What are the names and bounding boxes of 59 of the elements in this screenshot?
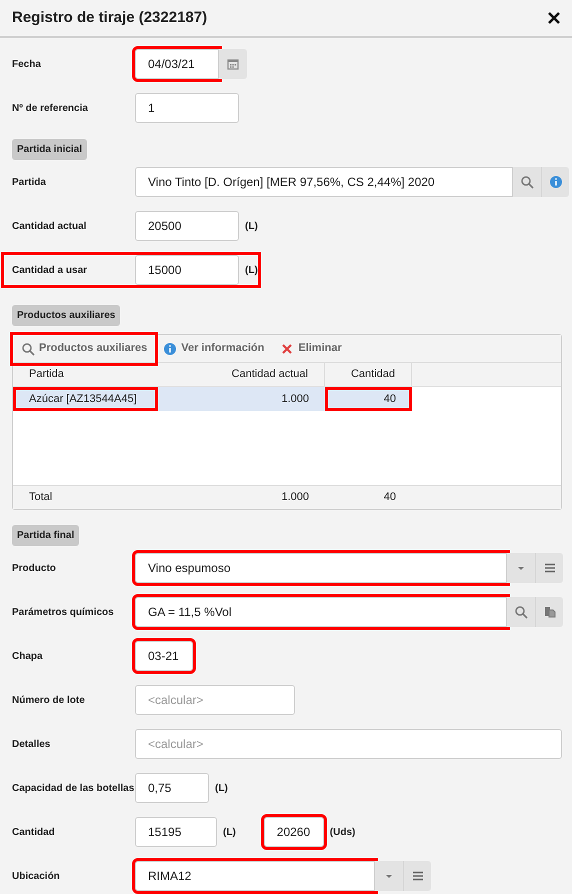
field-label: Producto (12, 562, 57, 576)
input-field[interactable]: 03-21 (135, 641, 193, 671)
field-label: Partida (12, 176, 47, 190)
input-field[interactable]: <calcular> (135, 729, 562, 759)
input-field[interactable]: 1 (135, 93, 239, 123)
window-title: Registro de tiraje (2322187) (12, 8, 208, 28)
table-cell: 1.000 (158, 387, 325, 411)
section-label: Partida final (12, 525, 80, 546)
section-label: Productos auxiliares (12, 305, 120, 326)
total-cell-text: 1.000 (280, 490, 310, 506)
input-field[interactable]: Vino espumoso (135, 553, 507, 583)
menu-icon[interactable] (542, 561, 556, 575)
field-label: Ubicación (12, 870, 61, 884)
copy-icon[interactable] (542, 605, 556, 619)
field-label: Fecha (12, 58, 42, 72)
search-icon (21, 342, 35, 356)
toolbar-button[interactable]: Eliminar (272, 334, 350, 362)
unit-label: (Uds) (330, 826, 356, 840)
input-field[interactable]: Vino Tinto [D. Orígen] [MER 97,56%, CS 2,44%] 2020 (135, 167, 513, 197)
close-icon[interactable] (548, 12, 560, 24)
input-field[interactable]: 20500 (135, 211, 239, 241)
input-field[interactable]: 0,75 (135, 773, 209, 803)
table-cell: 40 (325, 387, 412, 411)
field-label: Cantidad a usar (12, 264, 88, 278)
input-field[interactable]: 20260 (264, 817, 324, 847)
input-field[interactable]: 04/03/21 (135, 49, 219, 79)
input-field[interactable]: GA = 11,5 %Vol (135, 597, 507, 627)
section-label: Partida inicial (12, 139, 88, 160)
field-label: Chapa (12, 650, 44, 664)
toolbar-button[interactable]: Ver información (155, 334, 272, 362)
column-header[interactable]: Partida (13, 363, 158, 386)
toolbar-button[interactable]: Productos auxiliares (13, 334, 156, 362)
field-label: Cantidad (12, 826, 56, 840)
search-icon[interactable] (520, 175, 534, 189)
unit-label: (L) (245, 220, 258, 234)
column-header[interactable]: Cantidad (325, 363, 412, 386)
input-field[interactable]: 15000 (135, 255, 239, 285)
input-field[interactable]: <calcular> (135, 685, 295, 715)
total-cell-text: Total (28, 490, 54, 506)
field-label: Capacidad de las botellas (12, 782, 135, 796)
calendar-icon[interactable] (226, 57, 240, 71)
column-header[interactable]: Cantidad actual (158, 363, 325, 386)
input-field[interactable]: RIMA12 (135, 861, 375, 891)
delete-icon (280, 342, 294, 356)
unit-label: (L) (245, 264, 258, 278)
search-icon[interactable] (514, 605, 528, 619)
field-label: Nº de referencia (12, 102, 89, 116)
info-icon[interactable] (548, 175, 562, 189)
unit-label: (L) (223, 826, 236, 840)
field-label: Parámetros químicos (12, 606, 115, 620)
field-label: Detalles (12, 738, 52, 752)
menu-icon[interactable] (410, 869, 424, 883)
unit-label: (L) (215, 782, 228, 796)
field-label: Número de lote (12, 694, 86, 708)
table-cell: Azúcar [AZ13544A45] (13, 387, 158, 411)
total-cell-text: 40 (382, 490, 397, 506)
field-label: Cantidad actual (12, 220, 88, 234)
input-field[interactable]: 15195 (135, 817, 217, 847)
info-icon (163, 342, 178, 356)
